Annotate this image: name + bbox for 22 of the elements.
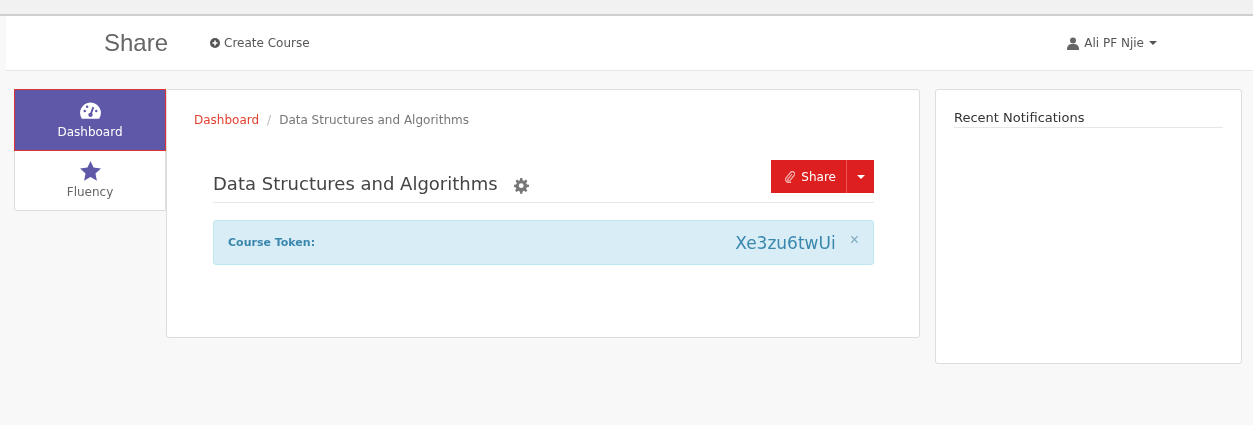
caret-icon bbox=[856, 174, 865, 179]
breadcrumb-separator: / bbox=[267, 113, 272, 127]
gauge-icon bbox=[78, 101, 102, 121]
course-token: Xe3zu6twUi bbox=[735, 232, 836, 253]
paperclip-icon bbox=[785, 170, 796, 183]
star-icon bbox=[78, 161, 102, 181]
breadcrumb-current: Data Structures and Algorithms bbox=[279, 113, 469, 127]
token-label: Course Token: bbox=[228, 236, 316, 249]
notifications-title: Recent Notifications bbox=[954, 110, 1223, 128]
sidebar-item[interactable]: Dashboard bbox=[14, 89, 166, 151]
settings-icon[interactable] bbox=[513, 177, 530, 194]
create-course-link[interactable]: Create Course bbox=[210, 36, 310, 50]
plus-circle-icon bbox=[210, 38, 220, 48]
user-menu[interactable]: Ali PF Njie bbox=[1067, 36, 1157, 50]
brand-logo[interactable]: Share bbox=[104, 29, 210, 57]
share-button[interactable]: Share bbox=[771, 160, 846, 193]
breadcrumb-link[interactable]: Dashboard bbox=[194, 113, 260, 127]
dropdown-toggle[interactable] bbox=[846, 160, 874, 193]
caret-icon bbox=[1149, 41, 1157, 45]
user-icon bbox=[1067, 36, 1080, 50]
sidebar-item[interactable]: Fluency bbox=[15, 150, 165, 210]
course-title: Data Structures and Algorithms bbox=[213, 173, 498, 194]
